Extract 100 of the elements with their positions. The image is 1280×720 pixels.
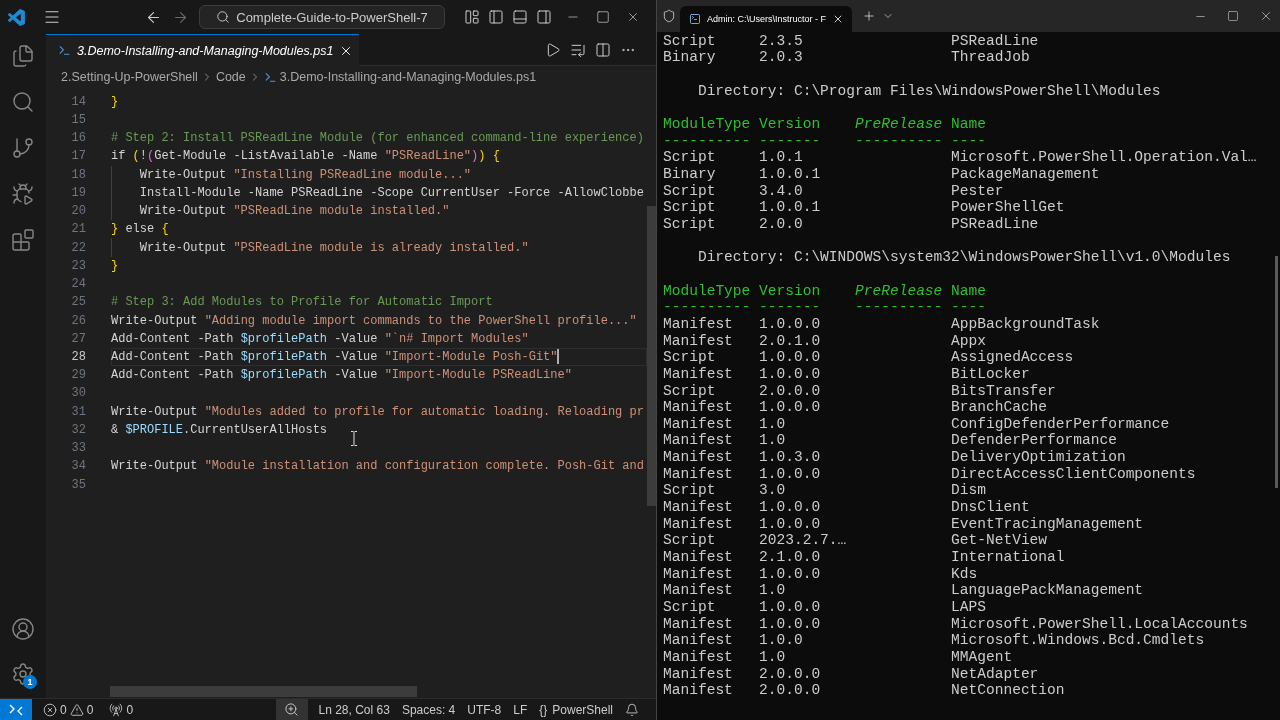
maximize-icon[interactable] (596, 10, 610, 24)
layout-icon[interactable] (464, 9, 480, 25)
module-name: EventTracingManagement (951, 515, 1144, 533)
module-version: 2.3.5 (759, 32, 803, 50)
module-name: LanguagePackManagement (951, 582, 1144, 600)
split-editor-icon[interactable] (595, 41, 611, 58)
module-version: 1.0.0.0 (759, 365, 821, 383)
column-header: ModuleType (663, 282, 751, 300)
module-version: 1.0.0.0 (759, 499, 821, 516)
search-field[interactable]: Complete-Guide-to-PowerShell-7 (199, 5, 445, 29)
module-version: 2.0.3 (759, 49, 803, 66)
code-line: } (111, 257, 119, 275)
blocks-icon[interactable] (11, 228, 35, 252)
breadcrumb-item[interactable]: 2.Setting-Up-PowerShell (61, 70, 198, 84)
module-version: 1.0.0.0 (759, 465, 821, 483)
account-icon[interactable] (11, 617, 35, 641)
module-type: Script (663, 182, 716, 200)
text-caret-icon (557, 349, 560, 365)
module-name: PSReadLine (951, 215, 1039, 233)
module-type: Manifest (663, 399, 733, 416)
vertical-scrollbar[interactable] (647, 206, 656, 506)
module-type: Binary (663, 165, 716, 183)
header-dashes: ------- (759, 132, 821, 150)
terminal-prompt-icon (263, 70, 277, 84)
module-name: Dism (951, 482, 986, 500)
module-version: 1.0.1 (759, 149, 803, 166)
module-name: BranchCache (951, 399, 1048, 416)
bell-icon[interactable] (625, 702, 639, 717)
terminal-prompt-icon (58, 44, 71, 57)
play-bug-icon[interactable] (11, 182, 35, 206)
module-name: AssignedAccess (951, 349, 1074, 366)
terminal-tab[interactable]: Admin: C:\Users\Instructor - F (680, 6, 853, 32)
breadcrumb-item[interactable]: 3.Demo-Installing-and-Managing-Modules.ps1 (279, 70, 537, 84)
line-number: 23 (71, 258, 86, 273)
module-type: Manifest (663, 682, 733, 699)
indentation-button[interactable]: Spaces: 4 (396, 699, 461, 720)
git-branch-icon[interactable] (11, 136, 35, 160)
line-number: 33 (71, 441, 86, 456)
module-version: 1.0 (759, 432, 786, 450)
menu-icon[interactable] (43, 8, 61, 26)
module-name: Microsoft.Windows.Bcd.Cmdlets (951, 632, 1205, 649)
module-name: Appx (951, 332, 986, 350)
horizontal-scrollbar[interactable] (110, 686, 417, 697)
app-logo-icon[interactable] (8, 8, 25, 26)
line-number: 30 (71, 386, 86, 401)
right-panel-icon[interactable] (536, 9, 552, 25)
cursor-position-button[interactable]: Ln 28, Col 63 (313, 699, 395, 720)
editor-tab[interactable]: 3.Demo-Installing-and-Managing-Modules.ps1 (46, 34, 360, 66)
module-name: PackageManagement (951, 165, 1100, 183)
module-type: Manifest (663, 432, 733, 450)
code-line: Add-Content -Path $profilePath -Value "Import-Module PSReadLine" (111, 367, 572, 385)
module-name: NetAdapter (951, 665, 1039, 683)
files-icon[interactable] (11, 44, 35, 68)
line-ending-button[interactable]: LF (508, 699, 533, 720)
terminal-prompt-icon (689, 13, 701, 25)
line-number: 21 (71, 222, 86, 237)
module-type: Binary (663, 49, 716, 66)
line-number: 25 (71, 295, 86, 310)
line-number: 26 (71, 313, 86, 328)
module-version: 3.0 (759, 482, 786, 500)
zoom-in-icon (284, 702, 299, 717)
module-type: Manifest (663, 515, 733, 533)
module-name: International (951, 549, 1065, 566)
line-number: 35 (71, 477, 86, 492)
maximize-icon[interactable] (1227, 10, 1239, 22)
module-type: Script (663, 382, 716, 400)
broadcast-icon (109, 702, 124, 717)
line-number: 31 (71, 404, 86, 419)
line-number: 22 (71, 240, 86, 255)
module-version: 2023.2.7.… (759, 532, 847, 550)
module-version: 1.0.0.1 (759, 165, 821, 183)
zoom-button[interactable] (275, 699, 308, 720)
play-icon[interactable] (545, 41, 561, 58)
line-number: 28 (71, 350, 86, 364)
left-panel-icon[interactable] (488, 9, 504, 25)
search-icon[interactable] (11, 90, 35, 114)
module-version: 1.0.0.0 (759, 349, 821, 366)
plus-icon[interactable] (862, 9, 877, 23)
code-line: Add-Content -Path $profilePath -Value "Import-Module Posh-Git" (111, 349, 558, 366)
module-type: Script (663, 349, 716, 366)
problems-button[interactable]: 0 0 (38, 699, 99, 720)
header-dashes: ---------- (663, 132, 751, 150)
module-name: BitsTransfer (951, 382, 1056, 400)
module-version: 1.0 (759, 582, 786, 600)
code-line: } else { (111, 221, 169, 239)
close-icon[interactable] (626, 10, 640, 24)
encoding-button[interactable]: UTF-8 (462, 699, 507, 720)
shield-icon (662, 9, 676, 23)
header-dashes: ---------- (663, 299, 751, 316)
module-version: 3.4.0 (759, 182, 803, 200)
code-line: Write-Output "Module installation and configuration complete. Posh-Git and (111, 458, 644, 476)
breadcrumb-item[interactable]: Code (215, 70, 246, 84)
ports-button[interactable]: 0 (104, 699, 139, 720)
language-button[interactable]: {} PowerShell (534, 699, 618, 720)
bottom-panel-icon[interactable] (512, 9, 528, 25)
settings-icon[interactable] (11, 662, 35, 686)
module-type: Script (663, 199, 716, 216)
scrollbar-thumb[interactable] (1275, 256, 1278, 488)
remote-button[interactable] (0, 699, 32, 720)
line-number: 20 (71, 204, 86, 219)
